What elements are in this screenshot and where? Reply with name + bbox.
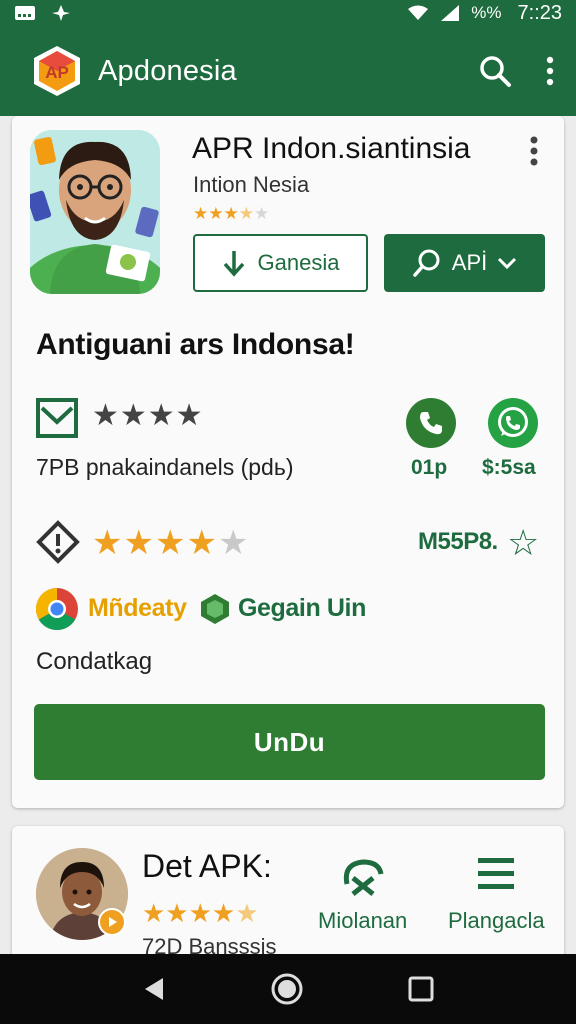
price-text: M55P8.	[418, 528, 498, 555]
whatsapp-button[interactable]	[488, 398, 538, 448]
miolanan-action[interactable]: Miolanan	[318, 854, 407, 934]
app-title: Apdonesia	[98, 54, 237, 87]
gem-tag-label: Gegain Uin	[238, 594, 366, 622]
api-dropdown-button[interactable]: AΡİ	[384, 234, 545, 292]
chrome-icon	[34, 586, 80, 637]
share-cross-icon	[343, 859, 384, 896]
install-button[interactable]: Ganesia	[193, 234, 368, 292]
phone-icon	[420, 412, 442, 435]
diamond-info-icon	[36, 520, 80, 569]
gem-icon	[198, 592, 232, 631]
app-detail-card: APR Indon.siantinsia Intion Nesia ★★★★★ …	[12, 116, 564, 808]
miolanan-label: Miolanan	[318, 908, 408, 933]
system-nav-bar	[0, 954, 576, 1024]
svg-text:AP: AP	[45, 63, 69, 82]
headline: Antiguani ars Indonsa!	[36, 328, 355, 361]
search-icon[interactable]	[478, 54, 512, 88]
app-meta-text: 7PB pnakaindanels (pdь)	[36, 454, 294, 480]
play-badge-icon	[98, 908, 126, 936]
gold-rating-stars: ★★★★★	[92, 524, 250, 562]
status-bar: %% 7::23	[0, 0, 576, 26]
message-notification-icon	[14, 5, 36, 21]
whatsapp-icon	[498, 407, 528, 437]
app-hero-image[interactable]	[30, 130, 160, 294]
search-icon	[413, 249, 440, 277]
app-bar: AP Apdonesia	[0, 26, 576, 116]
favorite-star-icon[interactable]: ☆	[507, 522, 539, 564]
download-button[interactable]: UnDu	[34, 704, 545, 780]
battery-percent: %%	[471, 3, 502, 22]
signal-icon	[439, 5, 461, 21]
download-arrow-icon	[223, 251, 244, 277]
small-rating-stars: ★★★★★	[193, 204, 270, 223]
plangacla-label: Plangacla	[448, 908, 545, 933]
developer-rating-stars: ★★★★★	[142, 898, 259, 928]
more-vert-icon[interactable]	[546, 56, 554, 86]
footnote-text: Condatkag	[36, 648, 153, 675]
home-icon[interactable]	[270, 972, 304, 1006]
whatsapp-label: $:5sa	[482, 456, 536, 479]
api-button-label: AΡİ	[451, 250, 488, 275]
chrome-tag-label: Mñdeaty	[88, 594, 187, 622]
publisher-name: Intion Nesia	[193, 172, 310, 197]
app-logo: AP	[30, 44, 84, 98]
card-more-icon[interactable]	[524, 134, 544, 168]
back-icon[interactable]	[141, 975, 167, 1003]
app-name: APR Indon.siantinsia	[192, 132, 471, 165]
phone-label: 01p	[411, 456, 448, 479]
phone-button[interactable]	[406, 398, 456, 448]
rating-stars: ★★★★	[92, 399, 204, 432]
developer-title: Det APK:	[142, 848, 272, 884]
recents-icon[interactable]	[407, 975, 435, 1003]
wifi-icon	[407, 5, 429, 21]
install-button-label: Ganesia	[257, 250, 340, 275]
plangacla-action[interactable]: Plangacla	[448, 854, 545, 934]
app-notification-icon	[50, 5, 72, 21]
clock: 7::23	[517, 1, 562, 24]
chevron-down-icon	[498, 257, 517, 270]
mail-icon	[36, 398, 78, 443]
menu-icon	[478, 858, 515, 889]
